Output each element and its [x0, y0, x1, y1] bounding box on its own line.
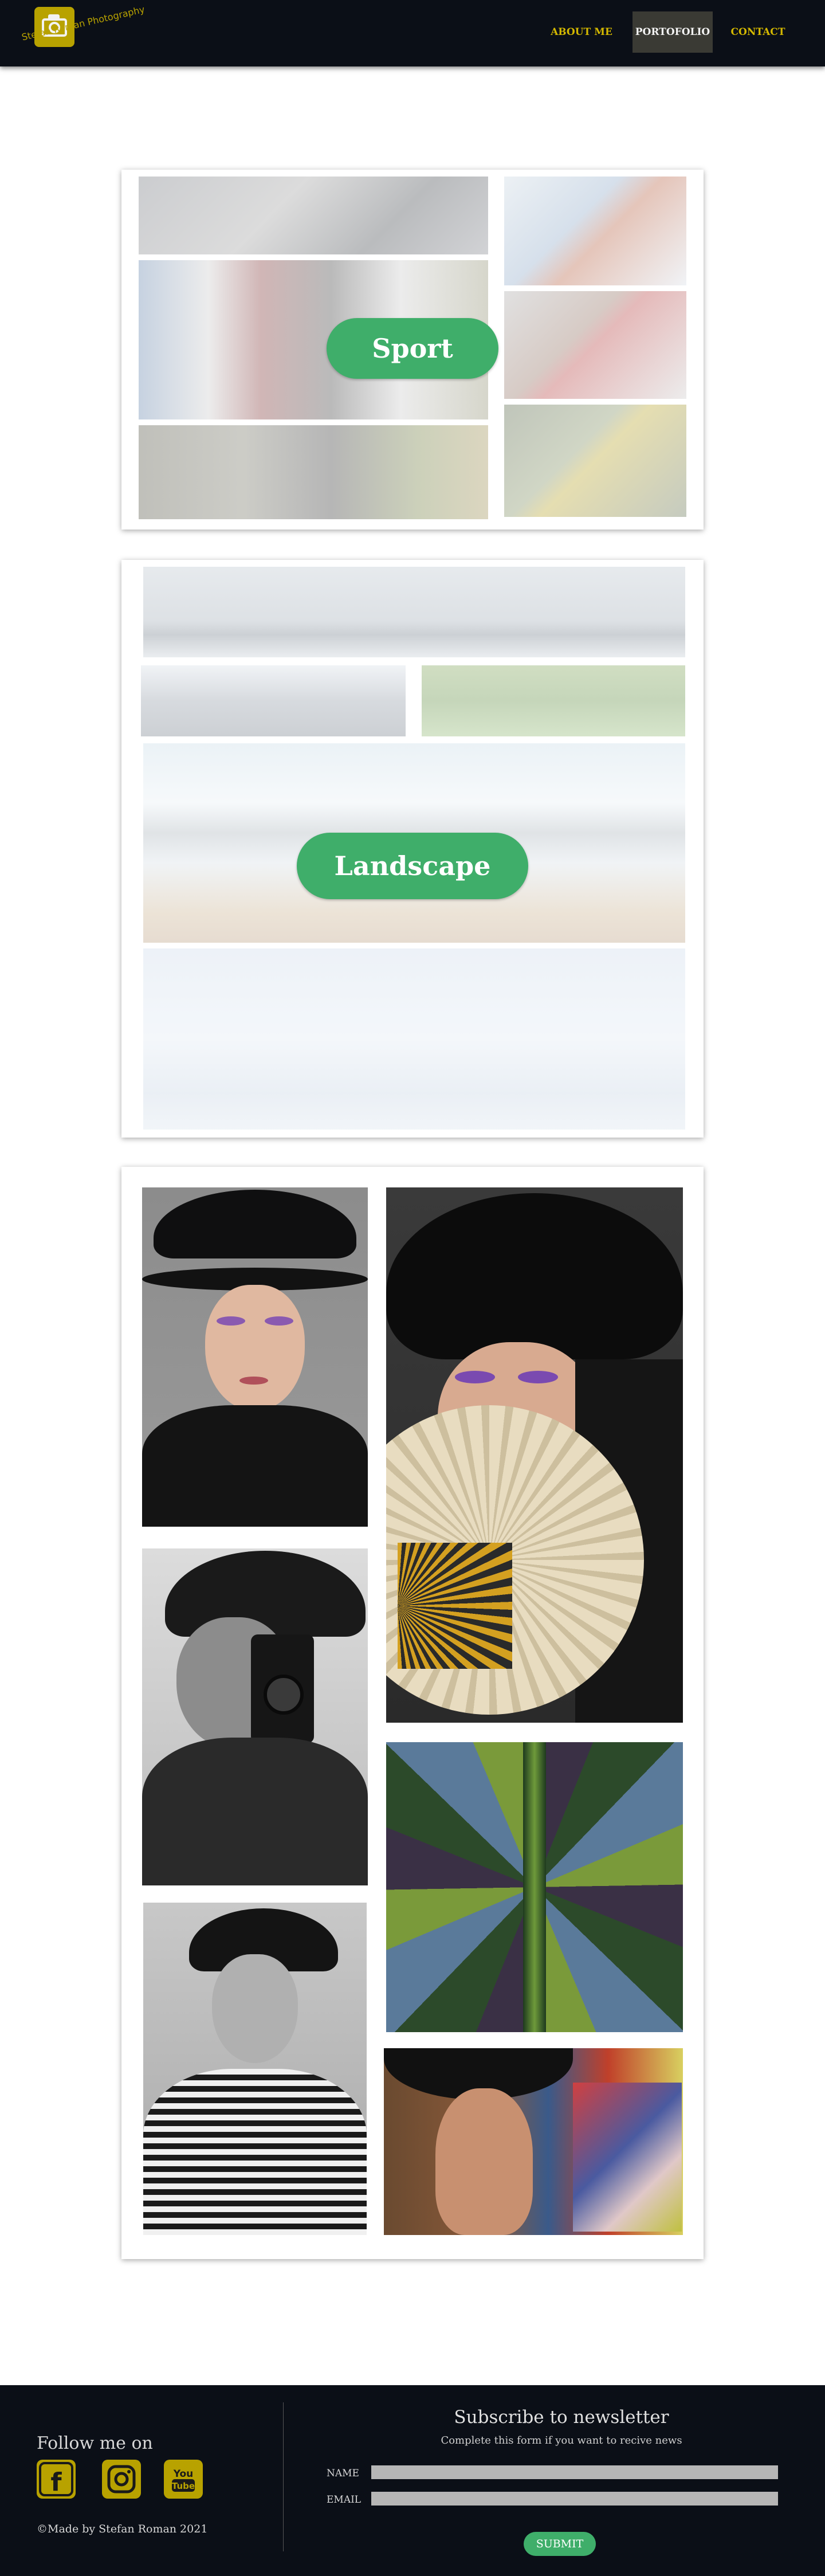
svg-text:You: You: [173, 2468, 194, 2480]
nav-about-me[interactable]: ABOUT ME: [545, 11, 618, 53]
sport-button[interactable]: Sport: [327, 318, 498, 379]
sport-photo-3: [139, 425, 488, 519]
portraits-card: [121, 1167, 704, 2259]
sport-photo-5: [504, 291, 686, 399]
footer: Follow me on f You Tube ©Made by Stefan …: [0, 2385, 825, 2576]
newsletter-subtitle: Complete this form if you want to recive…: [441, 2434, 682, 2446]
nav-portfolio[interactable]: PORTOFOLIO: [632, 11, 713, 53]
portrait-photo-6[interactable]: [384, 2048, 683, 2235]
name-input[interactable]: [371, 2465, 778, 2479]
portrait-photo-2[interactable]: [386, 1187, 683, 1723]
follow-title: Follow me on: [37, 2433, 153, 2453]
landscape-photo-3: [422, 665, 685, 736]
copyright-text: ©Made by Stefan Roman 2021: [37, 2523, 208, 2535]
landscape-photo-1: [143, 567, 685, 657]
portrait-photo-3[interactable]: [142, 1548, 368, 1885]
sport-photo-6: [504, 405, 686, 517]
email-label: EMAIL: [327, 2494, 362, 2506]
landscape-button[interactable]: Landscape: [297, 833, 528, 899]
sport-photo-4: [504, 177, 686, 285]
footer-divider: [283, 2402, 284, 2551]
portrait-photo-4[interactable]: [386, 1742, 683, 2032]
navbar: Stefan Roman Photography ABOUT ME PORTOF…: [0, 0, 825, 66]
svg-text:f: f: [50, 2468, 62, 2497]
landscape-photo-5: [143, 948, 685, 1130]
svg-text:Tube: Tube: [172, 2481, 195, 2491]
email-input[interactable]: [371, 2492, 778, 2506]
landscape-photo-2: [141, 665, 406, 736]
instagram-icon[interactable]: [102, 2460, 141, 2499]
portrait-photo-1[interactable]: [142, 1187, 368, 1527]
facebook-icon[interactable]: f: [37, 2460, 76, 2499]
newsletter-title: Subscribe to newsletter: [454, 2407, 669, 2428]
submit-button[interactable]: SUBMIT: [524, 2532, 596, 2556]
portrait-photo-5[interactable]: [143, 1903, 367, 2235]
nav-contact[interactable]: CONTACT: [726, 11, 789, 53]
sport-photo-1: [139, 177, 488, 254]
name-label: NAME: [327, 2468, 359, 2479]
youtube-icon[interactable]: You Tube: [164, 2460, 203, 2499]
